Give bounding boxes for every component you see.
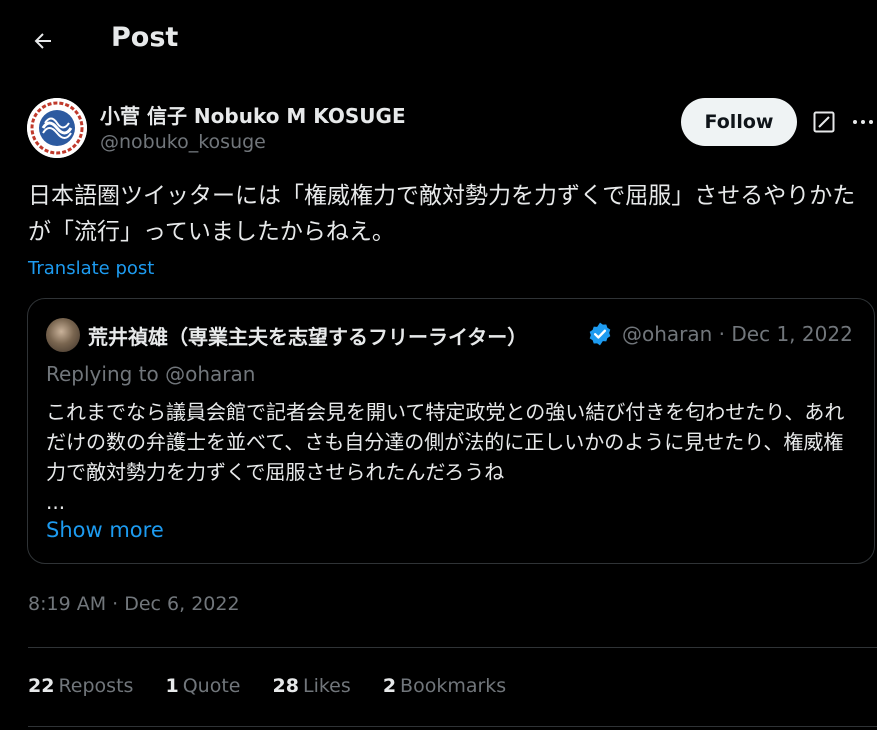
- header: Post: [0, 0, 877, 82]
- reposts-stat[interactable]: 22 Reposts: [28, 675, 133, 697]
- grok-button[interactable]: [812, 110, 836, 134]
- show-more-link[interactable]: Show more: [46, 518, 164, 542]
- author-name[interactable]: 小菅 信子 Nobuko M KOSUGE: [100, 100, 406, 129]
- likes-stat[interactable]: 28 Likes: [273, 675, 351, 697]
- back-arrow-icon: [34, 33, 51, 49]
- quote-avatar[interactable]: [46, 318, 80, 352]
- quote-author-name: 荒井禎雄（専業主夫を志望するフリーライター）: [88, 325, 528, 349]
- quote-handle-date: @oharan · Dec 1, 2022: [622, 322, 853, 346]
- more-button[interactable]: [850, 110, 876, 134]
- back-button[interactable]: [26, 24, 60, 58]
- translate-link[interactable]: Translate post: [28, 258, 154, 279]
- quoted-post[interactable]: 荒井禎雄（専業主夫を志望するフリーライター） @oharan · Dec 1, …: [27, 298, 875, 564]
- bookmarks-stat[interactable]: 2 Bookmarks: [383, 675, 506, 697]
- quote-replying-to: Replying to @oharan: [46, 362, 256, 386]
- avatar-logo-icon: [27, 98, 87, 158]
- divider: [28, 647, 877, 648]
- avatar[interactable]: [27, 98, 87, 158]
- quotes-stat[interactable]: 1 Quote: [165, 675, 240, 697]
- divider: [28, 726, 877, 727]
- quote-ellipsis: ...: [46, 490, 66, 514]
- verified-badge-icon: [589, 322, 611, 346]
- post-text: 日本語圏ツイッターには「権威権力で敵対勢力を力ずくで屈服」させるやりかたが「流行…: [28, 183, 856, 245]
- engagement-stats: 22 Reposts 1 Quote 28 Likes 2 Bookmarks: [28, 675, 532, 697]
- more-icon: [853, 120, 873, 124]
- post-timestamp[interactable]: 8:19 AM · Dec 6, 2022: [28, 593, 240, 615]
- page-title: Post: [111, 22, 179, 53]
- quote-text: これまでなら議員会館で記者会見を開いて特定政党との強い結び付きを匂わせたり、あれ…: [46, 400, 845, 484]
- grok-icon: [813, 111, 835, 133]
- follow-button[interactable]: Follow: [681, 98, 797, 146]
- author-handle[interactable]: @nobuko_kosuge: [100, 131, 266, 153]
